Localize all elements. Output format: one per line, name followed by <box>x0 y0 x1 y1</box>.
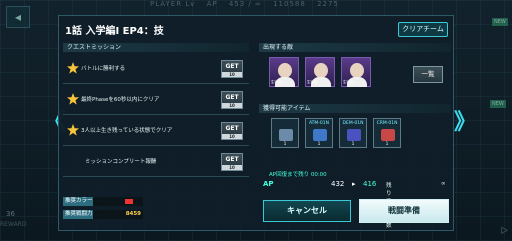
ap-cost-row: AP 432 ▸ 416 残り挑戦回数 ∞ <box>263 180 446 229</box>
enemy-avatar[interactable]: 生徒会 <box>269 57 299 87</box>
back-arrow-icon: ◂ <box>14 10 22 24</box>
cancel-button[interactable]: キャンセル <box>263 200 351 222</box>
enemy-name: 生徒会 <box>343 80 354 84</box>
ap-arrow-icon: ▸ <box>352 180 356 188</box>
ap-after: 416 <box>363 180 377 188</box>
item-slot[interactable]: 1 <box>271 118 299 148</box>
battle-prepare-button[interactable]: 戦闘準備 <box>359 199 449 223</box>
get-reward-button[interactable]: GET 10 <box>221 153 243 171</box>
enemy-header: 出現する敵 <box>259 43 451 52</box>
ap-current: 432 <box>331 180 345 188</box>
mission-row: 3人以上生き残っている状態でクリア GET 10 <box>63 116 249 146</box>
get-label: GET <box>225 156 239 163</box>
ap-recover-timer: AP回復まで残り 00:00 <box>269 172 327 178</box>
back-button[interactable]: ◂ <box>6 6 30 28</box>
item-label: CRM-01N <box>376 121 398 126</box>
retry-value: ∞ <box>441 181 446 187</box>
mission-text: ミッションコンプリート報酬 <box>85 159 157 165</box>
item-count: 1 <box>317 141 321 146</box>
mission-text: 最終Phaseを60秒以内にクリア <box>81 97 160 103</box>
recommend-color-value <box>93 197 143 206</box>
quest-detail-dialog: 1話 入学編Ⅰ EP4：技 クリアチーム クエストミッション 出現する敵 獲得可… <box>58 15 454 231</box>
next-episode-icon[interactable]: 》 <box>454 104 476 136</box>
recommend-color-row: 推奨カラー <box>63 197 143 206</box>
chip-icon <box>347 129 361 141</box>
ap-value-bg: 453 / ∞ <box>228 0 262 8</box>
reward-label: REWARD <box>0 221 27 228</box>
item-count: 1 <box>385 141 389 146</box>
quest-mission-header: クエストミッション <box>63 43 249 52</box>
reward-count: 10 <box>222 103 242 108</box>
item-slot[interactable]: ATM-01N 1 <box>305 118 333 148</box>
side-value: 36 <box>6 210 15 218</box>
enemy-avatar[interactable]: 生徒会 <box>305 57 335 87</box>
star-icon <box>67 62 79 74</box>
item-slot[interactable]: CRM-01N 1 <box>373 118 401 148</box>
mission-row: 最終Phaseを60秒以内にクリア GET 10 <box>63 85 249 115</box>
mission-text: 3人以上生き残っている状態でクリア <box>81 128 173 134</box>
avatar-head <box>350 63 364 78</box>
get-label: GET <box>225 63 239 70</box>
reward-count: 10 <box>222 134 242 139</box>
enemy-name: 生徒会 <box>271 80 282 84</box>
mission-row: ミッションコンプリート報酬 GET 10 <box>63 147 249 177</box>
recommend-power-label: 推奨戦闘力 <box>63 210 93 219</box>
recommend-power-value: 8459 <box>93 210 143 219</box>
character-card-icon <box>279 129 293 141</box>
recommend-power-row: 推奨戦闘力 8459 <box>63 210 143 219</box>
top-status-strip: PLAYER Lv AP 453 / ∞ 110588 2275 <box>150 0 410 11</box>
mission-text: バトルに勝利する <box>81 66 126 72</box>
ap-label: AP <box>263 180 274 188</box>
item-count: 1 <box>283 141 287 146</box>
avatar-head <box>278 63 292 78</box>
item-slot[interactable]: DEM-01N 1 <box>339 118 367 148</box>
recommend-color-label: 推奨カラー <box>63 197 93 206</box>
enemy-avatar[interactable]: 生徒会 <box>341 57 371 87</box>
reward-count: 10 <box>222 165 242 170</box>
new-badge: NEW <box>490 100 506 108</box>
item-count: 1 <box>351 141 355 146</box>
get-reward-button[interactable]: GET 10 <box>221 60 243 78</box>
enemy-name: 生徒会 <box>307 80 318 84</box>
get-reward-button[interactable]: GET 10 <box>221 122 243 140</box>
star-icon <box>67 93 79 105</box>
item-label: DEM-01N <box>342 121 364 126</box>
item-header: 獲得可能アイテム <box>259 104 451 113</box>
bottom-right-arrow-icon[interactable]: ᐅ <box>500 226 508 237</box>
mission-row: バトルに勝利する GET 10 <box>63 54 249 84</box>
get-label: GET <box>225 125 239 132</box>
enemy-list-button[interactable]: 一覧 <box>413 66 443 83</box>
currency-2: 2275 <box>317 0 339 8</box>
get-reward-button[interactable]: GET 10 <box>221 91 243 109</box>
avatar-head <box>314 63 328 78</box>
new-badge-top: NEW <box>492 18 508 26</box>
player-level: PLAYER Lv <box>150 0 196 8</box>
get-label: GET <box>225 94 239 101</box>
ap-label-bg: AP <box>206 0 218 8</box>
currency-1: 110588 <box>273 0 306 8</box>
chip-icon <box>381 129 395 141</box>
color-swatch <box>125 199 133 204</box>
episode-title: 1話 入学編Ⅰ EP4：技 <box>65 26 164 37</box>
item-list: 1 ATM-01N 1 DEM-01N 1 CRM-01N 1 <box>259 114 451 162</box>
item-label: ATM-01N <box>308 121 330 126</box>
chip-icon <box>313 129 327 141</box>
mission-list: バトルに勝利する GET 10 最終Phaseを60秒以内にクリア GET 10 3… <box>63 54 249 198</box>
star-icon <box>67 124 79 136</box>
reward-count: 10 <box>222 72 242 77</box>
clear-team-button[interactable]: クリアチーム <box>398 22 448 37</box>
